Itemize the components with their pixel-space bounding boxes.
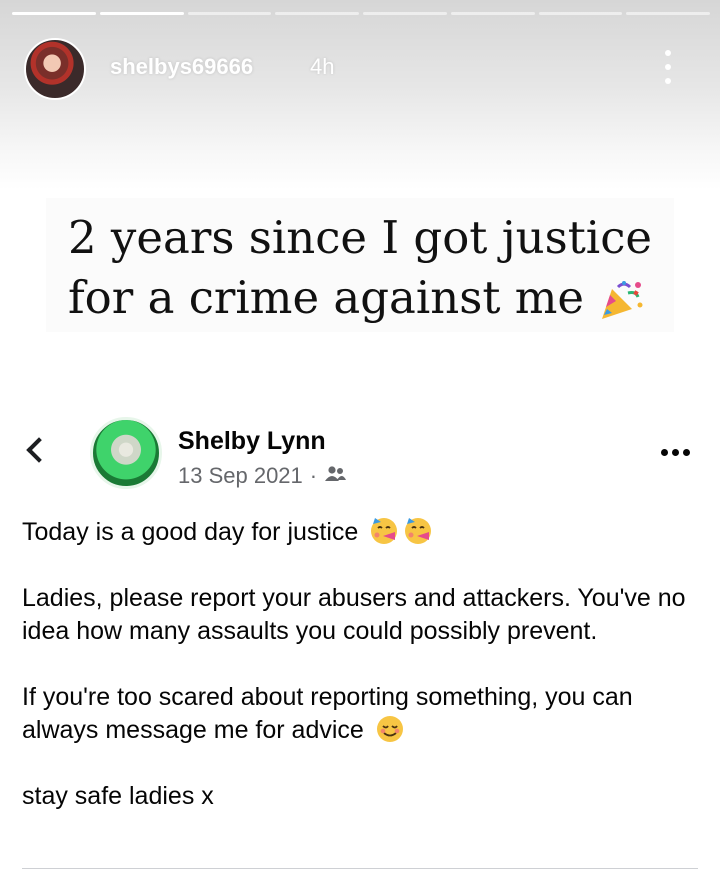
story-username[interactable]: shelbys69666: [110, 54, 253, 80]
post-header: Shelby Lynn 13 Sep 2021 ·: [0, 405, 720, 497]
smiling-face-icon: [375, 714, 405, 744]
post-paragraph: stay safe ladies x: [22, 782, 214, 810]
progress-segment: [450, 12, 535, 15]
progress-segment: [12, 12, 96, 15]
story-header: shelbys69666 4h: [24, 36, 696, 100]
story-avatar[interactable]: [24, 38, 86, 100]
post-paragraph: Ladies, please report your abusers and a…: [22, 584, 686, 645]
face-with-party-horn-icon: [403, 516, 433, 546]
post-meta: 13 Sep 2021 ·: [178, 463, 347, 489]
story-caption-box: 2 years since I got justice for a crime …: [46, 198, 674, 332]
caption-line-1: 2 years since I got justice: [68, 211, 653, 264]
post-divider: [22, 868, 698, 869]
caption-line-2: for a crime against me: [68, 271, 585, 324]
post-date[interactable]: 13 Sep 2021: [178, 463, 303, 489]
post-body: Today is a good day for justice Ladies, …: [22, 516, 702, 813]
face-with-party-horn-icon: [369, 516, 399, 546]
progress-segment: [187, 12, 272, 15]
progress-segment: [538, 12, 623, 15]
meta-separator: ·: [309, 463, 318, 488]
back-arrow-icon[interactable]: [26, 437, 52, 463]
post-paragraph: Today is a good day for justice: [22, 516, 702, 549]
post-paragraph: If you're too scared about reporting som…: [22, 683, 633, 744]
progress-segment: [275, 12, 359, 15]
friends-icon[interactable]: [324, 463, 347, 489]
progress-segment: [363, 12, 447, 15]
progress-segment: [99, 12, 184, 15]
author-avatar[interactable]: [90, 417, 162, 489]
progress-segment: [626, 12, 710, 15]
story-progress-bar: [12, 12, 710, 15]
story-caption: 2 years since I got justice for a crime …: [68, 208, 668, 328]
story-timestamp: 4h: [310, 54, 335, 79]
post-author-name[interactable]: Shelby Lynn: [178, 427, 326, 456]
party-popper-icon: [598, 276, 644, 319]
story-more-options-icon[interactable]: [658, 50, 678, 84]
post-more-options-icon[interactable]: [661, 449, 690, 456]
